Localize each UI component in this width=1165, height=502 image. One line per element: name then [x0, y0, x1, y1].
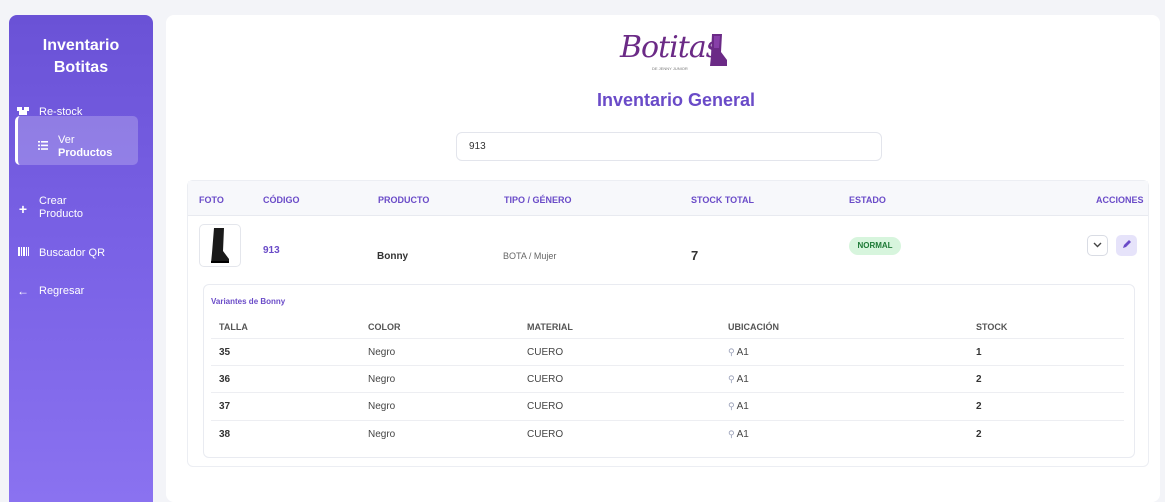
variant-location: ⚲ A1	[728, 429, 749, 440]
th-codigo: CÓDIGO	[263, 195, 300, 205]
th-estado: ESTADO	[849, 195, 886, 205]
product-stock-total: 7	[691, 248, 699, 263]
variant-color: Negro	[368, 429, 396, 440]
sidebar-item-label: Ver Productos	[58, 134, 112, 160]
botitas-logo: Botitas DE JENNY JUNIOR	[620, 30, 730, 76]
location-text: A1	[736, 429, 749, 440]
sidebar-item-buscador-qr[interactable]: Buscador QR	[16, 247, 105, 260]
barcode-icon	[16, 247, 30, 260]
vth-material: MATERIAL	[527, 322, 573, 332]
variant-color: Negro	[368, 374, 396, 385]
boot-logo-icon	[710, 34, 727, 66]
product-type: BOTA / Mujer	[503, 251, 557, 261]
divider	[211, 420, 1124, 421]
variant-location: ⚲ A1	[728, 401, 749, 412]
logo-subtext: DE JENNY JUNIOR	[652, 66, 688, 71]
pencil-icon	[1122, 239, 1132, 252]
variant-color: Negro	[368, 347, 396, 358]
variant-size: 37	[219, 401, 231, 412]
variant-stock: 1	[976, 347, 982, 358]
page-title: Inventario General	[596, 90, 756, 110]
expand-button[interactable]	[1087, 235, 1108, 256]
boot-photo-icon	[211, 228, 229, 263]
sidebar-item-label: Re-stock	[39, 105, 83, 118]
product-photo[interactable]	[199, 224, 241, 267]
label-line: Crear	[39, 195, 67, 207]
location-text: A1	[736, 401, 749, 412]
brand-line-2: Botitas	[53, 59, 109, 76]
vth-ubicacion: UBICACIÓN	[728, 322, 779, 332]
variant-size: 36	[219, 374, 231, 385]
map-pin-icon: ⚲	[728, 374, 735, 384]
vth-stock: STOCK	[976, 322, 1008, 332]
variant-material: CUERO	[527, 347, 564, 358]
th-stock-total: STOCK TOTAL	[691, 195, 754, 205]
variant-stock: 2	[976, 374, 982, 385]
list-icon	[36, 140, 50, 154]
variant-color: Negro	[368, 401, 396, 412]
th-foto: FOTO	[199, 195, 224, 205]
variant-material: CUERO	[527, 429, 564, 440]
sidebar-item-restock[interactable]: Re-stock	[16, 105, 82, 119]
product-name: Bonny	[377, 251, 409, 262]
th-tipo-genero: TIPO / GÉNERO	[504, 195, 572, 205]
label-line: Productos	[58, 147, 113, 159]
search-input[interactable]	[456, 132, 882, 161]
divider	[211, 392, 1124, 393]
sidebar-item-label: Crear Producto	[39, 195, 83, 221]
label-line: Ver	[58, 134, 75, 146]
status-badge: NORMAL	[849, 237, 901, 255]
variant-stock: 2	[976, 401, 982, 412]
sidebar-item-regresar[interactable]: ← Regresar	[16, 285, 84, 298]
vth-talla: TALLA	[219, 322, 248, 332]
map-pin-icon: ⚲	[728, 347, 735, 357]
variants-panel	[203, 284, 1135, 458]
divider	[211, 365, 1124, 366]
variant-stock: 2	[976, 429, 982, 440]
map-pin-icon: ⚲	[728, 429, 735, 439]
variant-material: CUERO	[527, 401, 564, 412]
th-acciones: ACCIONES	[1096, 195, 1144, 205]
sidebar-brand: Inventario Botitas	[9, 35, 153, 79]
variant-location: ⚲ A1	[728, 347, 749, 358]
edit-button[interactable]	[1116, 235, 1137, 256]
sidebar-item-label: Buscador QR	[39, 247, 106, 259]
divider	[211, 338, 1124, 339]
location-text: A1	[736, 347, 749, 358]
sidebar-item-crear-producto[interactable]: + Crear Producto	[16, 195, 83, 221]
plus-icon: +	[18, 200, 28, 217]
variants-title: Variantes de Bonny	[211, 297, 286, 306]
chevron-down-icon	[1093, 240, 1102, 251]
arrow-left-icon: ←	[17, 284, 29, 298]
table-header	[188, 181, 1148, 216]
variant-size: 38	[219, 429, 231, 440]
map-pin-icon: ⚲	[728, 401, 735, 411]
variant-material: CUERO	[527, 374, 564, 385]
location-text: A1	[736, 374, 749, 385]
variant-location: ⚲ A1	[728, 374, 749, 385]
brand-line-1: Inventario	[42, 37, 120, 54]
th-producto: PRODUCTO	[378, 195, 430, 205]
label-line: Producto	[39, 208, 84, 220]
vth-color: COLOR	[368, 322, 401, 332]
sidebar-item-ver-productos[interactable]: Ver Productos	[36, 134, 112, 160]
variant-size: 35	[219, 347, 231, 358]
sidebar-item-label: Regresar	[39, 285, 85, 297]
boxes-icon	[16, 105, 30, 119]
product-code[interactable]: 913	[263, 245, 280, 256]
